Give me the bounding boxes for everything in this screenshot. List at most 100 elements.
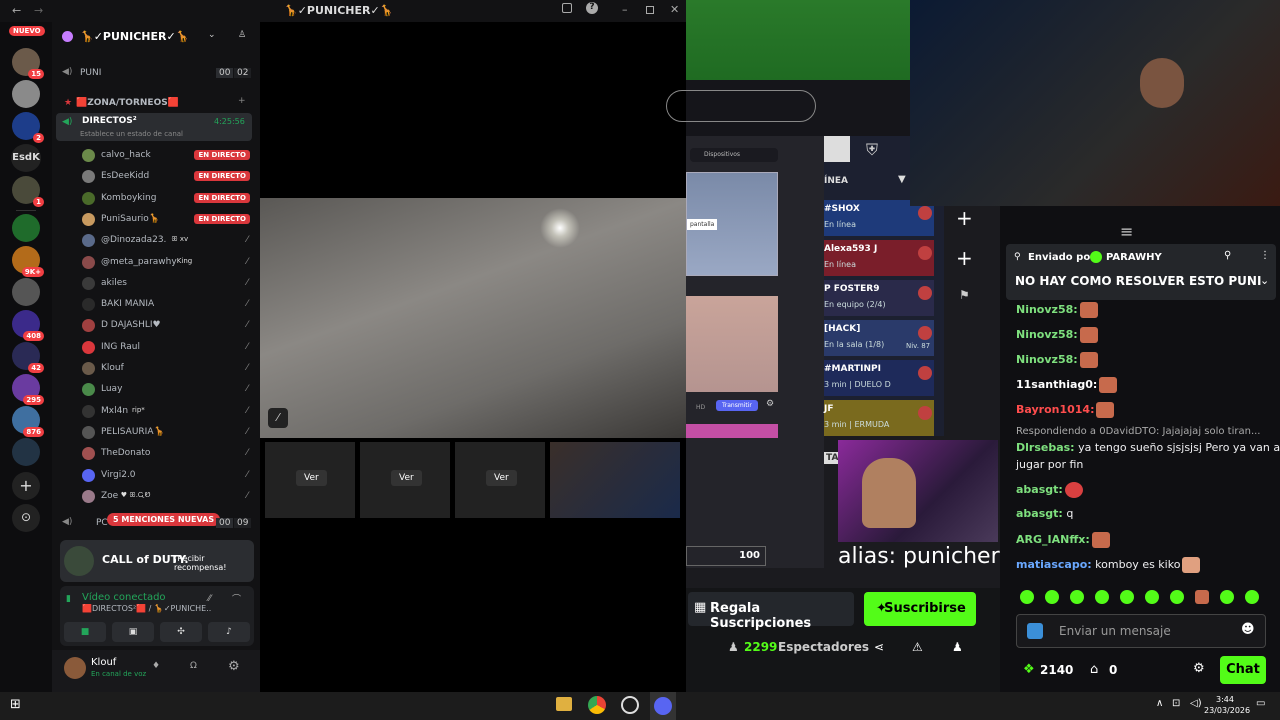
chat-username[interactable]: Dlrsebas: xyxy=(1016,441,1075,454)
follow-user-icon[interactable]: ♟ xyxy=(952,640,963,654)
user-name[interactable]: Klouf xyxy=(91,657,116,668)
voice-member[interactable]: @Dinozada23. ꕥ xv ⁄ xyxy=(52,230,260,250)
inbox-icon[interactable] xyxy=(562,3,572,13)
network-icon[interactable]: ⊡ xyxy=(1172,698,1180,709)
server-esdk[interactable]: EsdK xyxy=(11,144,41,172)
chat-username[interactable]: Ninovz58: xyxy=(1016,353,1078,366)
chat-username[interactable]: Bayron1014: xyxy=(1016,403,1094,416)
pinned-user[interactable]: PARAWHY xyxy=(1106,252,1162,263)
ver-button[interactable]: Ver xyxy=(486,470,517,486)
emote-icon[interactable] xyxy=(1245,590,1259,604)
server-icon[interactable]: 2 xyxy=(12,112,44,143)
pin-action-icon[interactable]: ⚲ xyxy=(1224,250,1231,261)
voice-member[interactable]: TheDonato ⁄ xyxy=(52,443,260,463)
ver-button[interactable]: Ver xyxy=(296,470,327,486)
voice-member[interactable]: EsDeeKidd EN DIRECTO xyxy=(52,166,260,186)
mute-video-icon[interactable]: ⁄ xyxy=(268,408,288,428)
voice-member[interactable]: D DAJASHLI♥ ⁄ xyxy=(52,315,260,335)
server-icon[interactable]: 9K+ xyxy=(12,246,44,277)
voice-status[interactable]: Vídeo conectado xyxy=(82,592,166,603)
channel-pc[interactable]: ◀) PC 00 09 xyxy=(52,513,260,533)
voice-member[interactable]: Luay ⁄ xyxy=(52,379,260,399)
main-video-feed[interactable]: ⁄ xyxy=(260,198,686,438)
server-icon[interactable]: 1 xyxy=(12,176,44,207)
report-icon[interactable]: ⚠ xyxy=(912,640,923,654)
back-arrow-icon[interactable]: ← xyxy=(12,4,21,17)
close-icon[interactable]: ✕ xyxy=(670,3,679,16)
voice-member[interactable]: Virgi2.0 ⁄ xyxy=(52,465,260,485)
camera-button[interactable]: ■ xyxy=(64,622,106,642)
voice-member[interactable]: akiles ⁄ xyxy=(52,273,260,293)
video-tile[interactable]: Ver xyxy=(265,442,355,518)
add-channel-icon[interactable]: + xyxy=(238,96,246,106)
add-server-icon[interactable]: + xyxy=(12,472,40,500)
server-icon[interactable]: 15 xyxy=(12,48,44,79)
forward-arrow-icon[interactable]: → xyxy=(34,4,43,17)
server-name[interactable]: 🦒✓PUNICHER✓🦒 xyxy=(80,30,189,43)
settings-gear-icon[interactable]: ⚙ xyxy=(228,659,240,674)
server-icon[interactable] xyxy=(12,438,40,466)
minimize-icon[interactable]: – xyxy=(622,3,628,16)
maximize-icon[interactable] xyxy=(646,6,654,14)
store-icon[interactable]: ⌂ xyxy=(1090,662,1098,677)
server-icon[interactable]: 408 xyxy=(12,310,44,341)
emote-icon[interactable] xyxy=(1045,590,1059,604)
noise-suppression-icon[interactable]: ⁄⁄ xyxy=(208,594,211,604)
video-tile[interactable]: Ver xyxy=(455,442,545,518)
chat-username[interactable]: 11santhiag0: xyxy=(1016,378,1097,391)
channel-status[interactable]: Establece un estado de canal xyxy=(80,130,183,138)
screenshare-button[interactable]: ▣ xyxy=(112,622,154,642)
voice-member[interactable]: calvo_hack EN DIRECTO xyxy=(52,145,260,165)
discord-taskbar-button[interactable] xyxy=(650,692,676,720)
video-tile-live[interactable] xyxy=(550,442,680,518)
reward-button[interactable]: ¡Recibir recompensa! xyxy=(174,554,254,572)
chat-username[interactable]: abasgt: xyxy=(1016,507,1063,520)
chevron-down-icon[interactable]: ⌄ xyxy=(208,30,216,40)
kebab-menu-icon[interactable]: ⋮ xyxy=(1260,250,1270,261)
chat-username[interactable]: Ninovz58: xyxy=(1016,303,1078,316)
server-icon[interactable]: 876 xyxy=(12,406,44,437)
server-icon[interactable]: 42 xyxy=(12,342,44,373)
chevron-down-icon[interactable]: ⌄ xyxy=(1260,274,1269,287)
voice-member[interactable]: Klouf ⁄ xyxy=(52,358,260,378)
app-icon[interactable] xyxy=(621,696,639,714)
file-explorer-icon[interactable] xyxy=(556,697,572,711)
notifications-icon[interactable]: ▭ xyxy=(1256,698,1265,709)
share-icon[interactable]: ⋖ xyxy=(874,640,884,654)
emote-icon[interactable] xyxy=(1095,590,1109,604)
add-member-icon[interactable]: ♙ xyxy=(238,30,246,40)
voice-member[interactable]: @meta_parawhy King ⁄ xyxy=(52,252,260,272)
volume-icon[interactable]: ◁) xyxy=(1190,698,1202,709)
emote-icon[interactable] xyxy=(1120,590,1134,604)
channel-puni[interactable]: ◀) PUNI 00 02 xyxy=(52,63,260,83)
subscribe-button[interactable]: ✦ Suscribirse xyxy=(864,592,976,626)
voice-member[interactable]: BAKI MANIA ⁄ xyxy=(52,294,260,314)
gift-subs-button[interactable]: ▦ Regala Suscripciones xyxy=(688,592,854,631)
pinned-message[interactable]: ⚲ Enviado por PARAWHY ⚲ ⋮ NO HAY COMO RE… xyxy=(1006,244,1276,300)
emoji-icon[interactable]: ☻ xyxy=(1241,622,1255,637)
voice-member[interactable]: Zoe ♥ ꕥ.ᏩᏬ ⁄ xyxy=(52,486,260,506)
soundboard-button[interactable]: ♪ xyxy=(208,622,250,642)
voice-member[interactable]: ING Raul ⁄ xyxy=(52,337,260,357)
activities-button[interactable]: ✣ xyxy=(160,622,202,642)
category-torneos[interactable]: ★ 🟥ZONA/TORNEOS🟥 + xyxy=(52,93,260,113)
chat-input[interactable]: Enviar un mensaje ☻ xyxy=(1016,614,1266,648)
emote-icon[interactable] xyxy=(1170,590,1184,604)
disconnect-icon[interactable]: ⌒ xyxy=(232,592,241,605)
ver-button[interactable]: Ver xyxy=(391,470,422,486)
voice-member[interactable]: Mxl4n rip* ⁄ xyxy=(52,401,260,421)
emote-icon[interactable] xyxy=(1070,590,1084,604)
voice-member[interactable]: Komboyking EN DIRECTO xyxy=(52,188,260,208)
chat-username[interactable]: matiascapo: xyxy=(1016,558,1092,571)
emote-icon[interactable] xyxy=(1220,590,1234,604)
voice-channel[interactable]: 🟥DIRECTOS²🟥 / 🦒✓PUNICHE... xyxy=(82,604,212,613)
emote-icon[interactable] xyxy=(1195,590,1209,604)
windows-start-icon[interactable]: ⊞ xyxy=(10,697,21,712)
tray-chevron-icon[interactable]: ∧ xyxy=(1156,698,1163,709)
clock-date[interactable]: 23/03/2026 xyxy=(1204,706,1250,715)
server-icon[interactable] xyxy=(12,214,40,242)
server-icon[interactable] xyxy=(12,278,40,306)
help-icon[interactable]: ? xyxy=(586,2,598,14)
points-icon[interactable]: ❖ xyxy=(1023,662,1035,677)
chat-send-button[interactable]: Chat xyxy=(1220,656,1266,684)
